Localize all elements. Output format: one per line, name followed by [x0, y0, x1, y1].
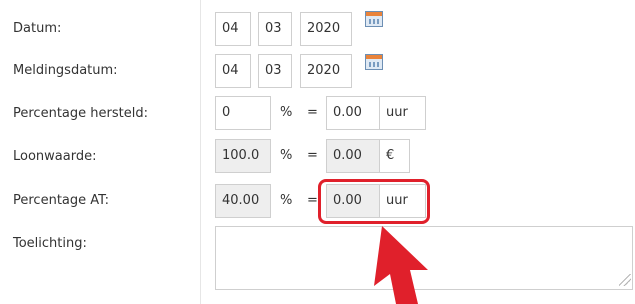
meldingsdatum-year-input[interactable]: 2020 — [300, 54, 352, 88]
toelichting-label: Toelichting: — [13, 236, 87, 251]
meldingsdatum-day-input[interactable]: 04 — [215, 54, 251, 88]
red-arrow-icon — [374, 226, 428, 304]
highlight-box — [318, 179, 430, 224]
column-divider — [200, 0, 201, 304]
percent-unit: % — [280, 193, 293, 208]
loonwaarde-label: Loonwaarde: — [13, 149, 97, 164]
meldingsdatum-month-input[interactable]: 03 — [258, 54, 292, 88]
datum-month-input[interactable]: 03 — [258, 12, 292, 46]
datum-day-input[interactable]: 04 — [215, 12, 251, 46]
percent-unit: % — [280, 148, 293, 163]
equals-sign: = — [307, 193, 318, 208]
loonwaarde-amount-input: 0.00 — [326, 139, 380, 173]
hours-unit: uur — [380, 96, 426, 130]
percentage-at-label: Percentage AT: — [13, 193, 110, 208]
percentage-hersteld-input[interactable]: 0 — [215, 96, 271, 130]
calendar-icon[interactable] — [365, 54, 383, 70]
percent-unit: % — [280, 105, 293, 120]
loonwaarde-input: 100.0 — [215, 139, 271, 173]
euro-unit: € — [380, 139, 410, 173]
percentage-hersteld-hours-input[interactable]: 0.00 — [326, 96, 380, 130]
datum-year-input[interactable]: 2020 — [300, 12, 352, 46]
meldingsdatum-label: Meldingsdatum: — [13, 63, 118, 78]
form-panel: Datum: 04 03 2020 Meldingsdatum: 04 03 2… — [0, 0, 635, 304]
percentage-hersteld-label: Percentage hersteld: — [13, 106, 148, 121]
resize-handle-icon[interactable] — [619, 274, 631, 286]
percentage-at-input: 40.00 — [215, 184, 271, 218]
equals-sign: = — [307, 105, 318, 120]
datum-label: Datum: — [13, 21, 62, 36]
calendar-icon[interactable] — [365, 11, 383, 27]
equals-sign: = — [307, 148, 318, 163]
